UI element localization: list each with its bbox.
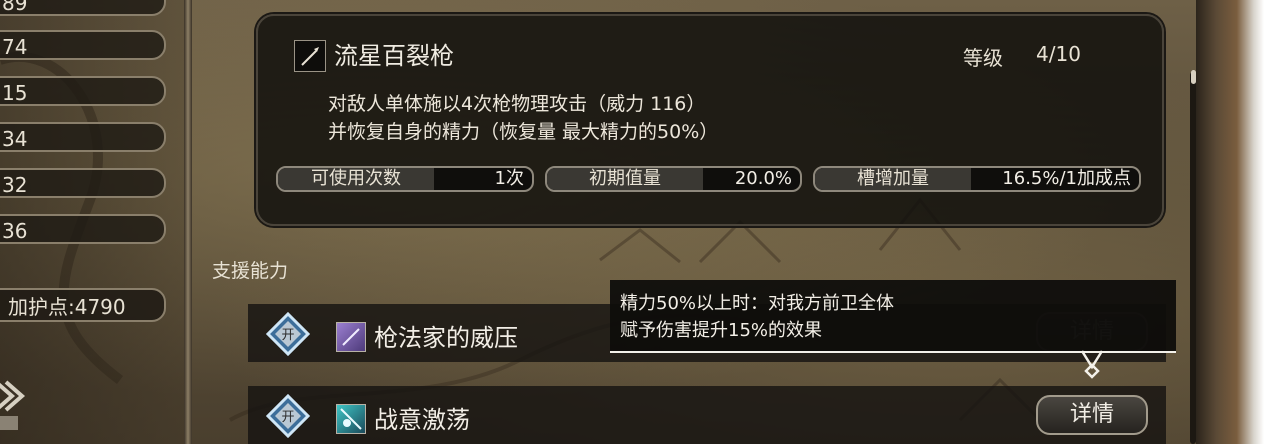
stat-value: 89 — [0, 0, 166, 16]
on-toggle-icon[interactable]: 开 — [266, 312, 310, 356]
param-label: 可使用次数 — [278, 168, 434, 190]
stat-value: 74 — [0, 30, 166, 60]
window-frame — [1196, 0, 1264, 444]
stat-value: 32 — [0, 168, 166, 198]
param-gauge: 槽增加量 16.5%/1加成点 — [813, 166, 1141, 192]
on-badge-text: 开 — [281, 328, 294, 343]
param-label: 初期值量 — [547, 168, 703, 190]
support-abilities-title: 支援能力 — [212, 260, 289, 282]
param-value: 16.5%/1加成点 — [1002, 168, 1131, 189]
panel-divider — [184, 0, 192, 444]
stat-value: 15 — [0, 76, 166, 106]
ability-name: 枪法家的威压 — [374, 324, 518, 352]
stats-column: 89 74 15 34 32 36 加护点:4790 — [0, 0, 186, 444]
spirit-burst-icon — [336, 404, 366, 434]
param-label: 槽增加量 — [815, 168, 971, 190]
param-value: 1次 — [494, 168, 524, 189]
description-line: 并恢复自身的精力（恢复量 最大精力的50%） — [328, 121, 719, 143]
param-value: 20.0% — [734, 168, 792, 189]
details-button[interactable]: 详情 — [1036, 395, 1148, 435]
tooltip-line: 赋予伤害提升15%的效果 — [620, 320, 823, 341]
on-toggle-icon[interactable]: 开 — [266, 394, 310, 438]
tooltip-text: 精力50%以上时：对我方前卫全体 赋予伤害提升15%的效果 — [620, 290, 894, 344]
skill-description: 对敌人单体施以4次枪物理攻击（威力 116） 并恢复自身的精力（恢复量 最大精力… — [328, 90, 718, 146]
bonus-points: 加护点:4790 — [0, 288, 166, 322]
tooltip-pointer-icon — [1080, 350, 1104, 379]
ability-name: 战意激荡 — [374, 406, 470, 434]
on-badge-text: 开 — [281, 410, 294, 425]
param-uses: 可使用次数 1次 — [276, 166, 534, 192]
level-label: 等级 — [963, 46, 1003, 70]
emblem-icon[interactable] — [0, 372, 26, 432]
spear-icon — [294, 40, 326, 72]
spear-aura-icon — [336, 322, 366, 352]
description-line: 对敌人单体施以4次枪物理攻击（威力 116） — [328, 93, 706, 115]
param-initial: 初期值量 20.0% — [545, 166, 802, 192]
stat-value: 36 — [0, 214, 166, 244]
level-value: 4/10 — [1036, 42, 1081, 66]
tooltip-line: 精力50%以上时：对我方前卫全体 — [620, 293, 895, 314]
stat-value: 34 — [0, 122, 166, 152]
skill-name: 流星百裂枪 — [334, 42, 454, 70]
